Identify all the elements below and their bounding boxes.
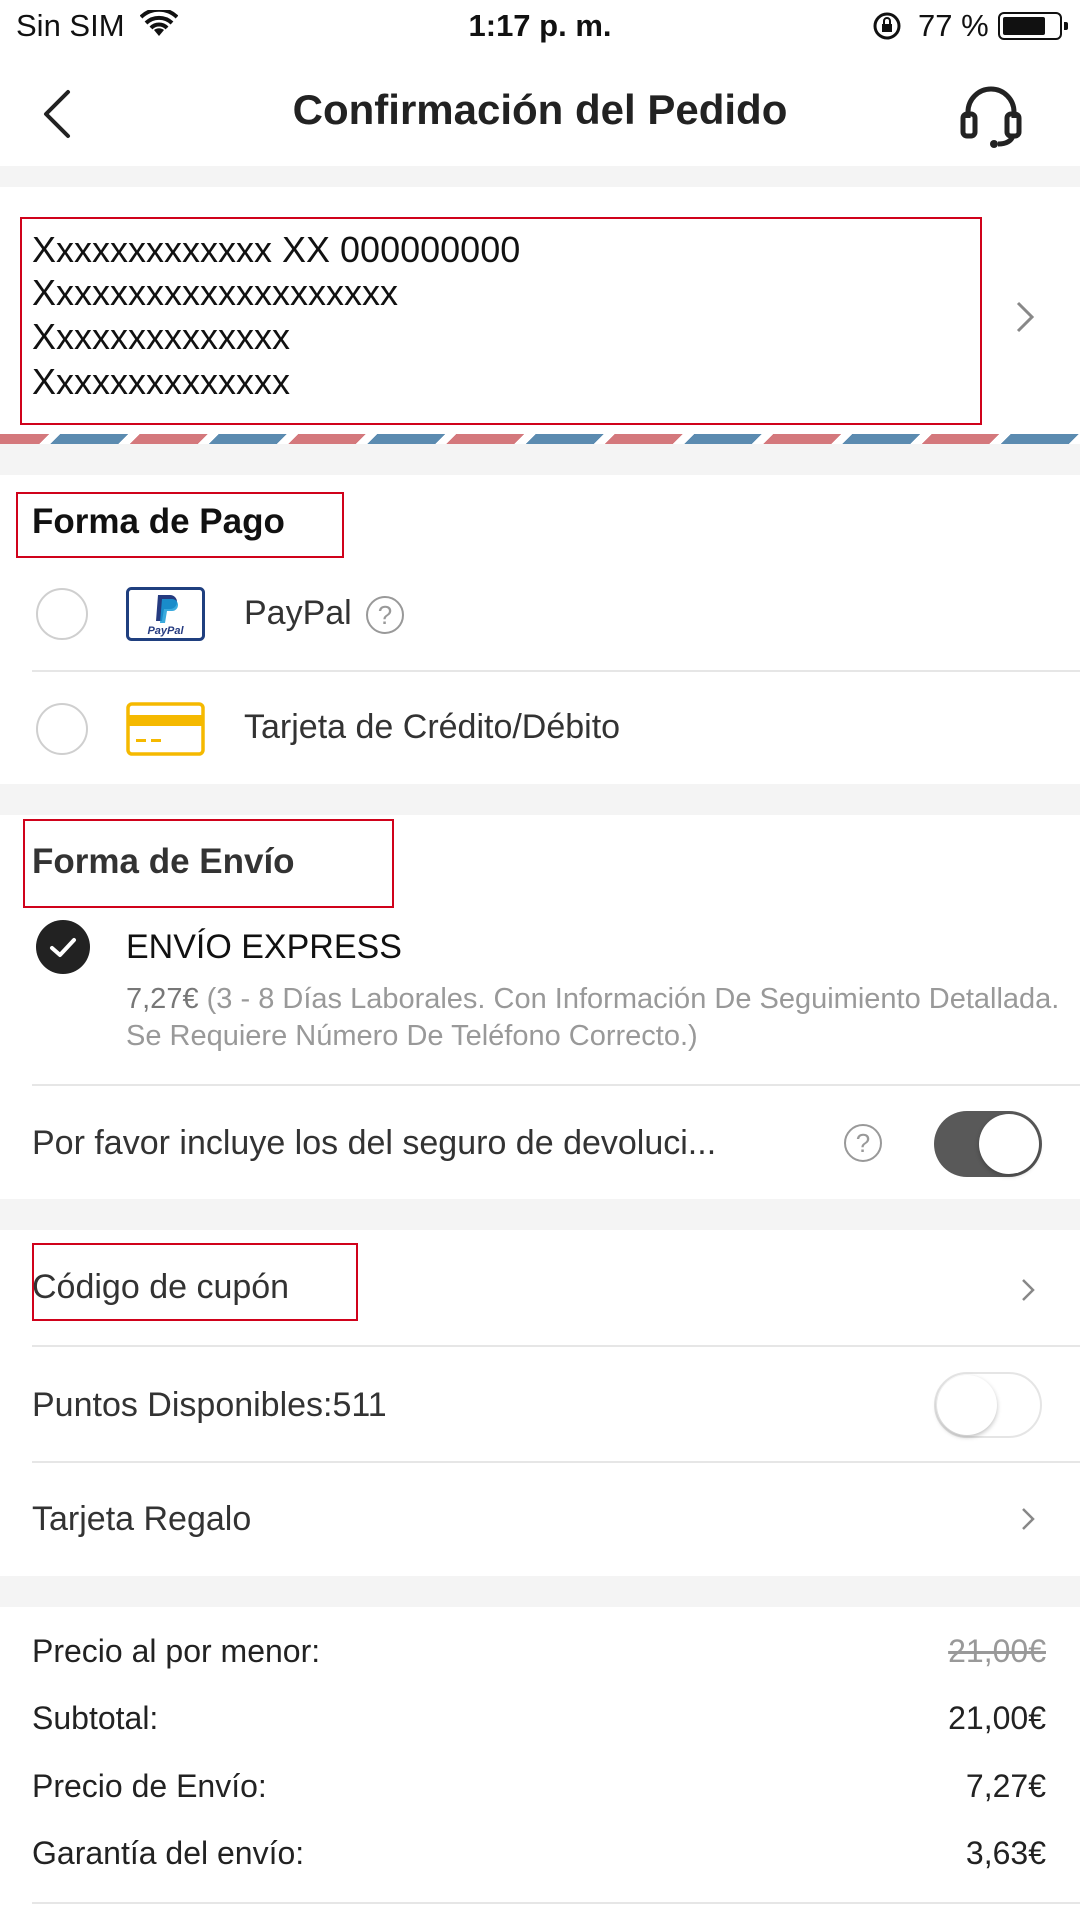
paypal-icon: PayPal <box>126 587 205 641</box>
headset-icon[interactable] <box>958 80 1024 150</box>
paypal-label: PayPal <box>244 594 352 632</box>
battery-icon <box>998 12 1068 40</box>
payment-title: Forma de Pago <box>32 502 285 541</box>
address-line: Xxxxxxxxxxxxxx <box>32 361 291 402</box>
shipping-price-value: 7,27€ <box>965 1768 1046 1804</box>
address-line: Xxxxxxxxxxxxxx <box>32 316 291 357</box>
chevron-right-icon <box>1016 301 1035 333</box>
shipping-method-name: ENVÍO EXPRESS <box>126 928 402 966</box>
shipping-title: Forma de Envío <box>32 842 295 881</box>
shipping-method-description: 7,27€ (3 - 8 Días Laborales. Con Informa… <box>126 981 1066 1055</box>
svg-text:PayPal: PayPal <box>147 625 184 637</box>
rotation-lock-icon <box>873 12 901 40</box>
section-gap <box>0 166 1080 187</box>
divider <box>32 1902 1080 1904</box>
subtotal-value: 21,00€ <box>948 1700 1046 1736</box>
airmail-border <box>0 434 1080 444</box>
radio-unselected[interactable] <box>36 588 88 640</box>
section-gap <box>0 1576 1080 1607</box>
points-label: Puntos Disponibles:511 <box>32 1386 387 1424</box>
shipping-address-card[interactable]: Xxxxxxxxxxxxx XX 000000000 Xxxxxxxxxxxxx… <box>0 187 1080 435</box>
battery-percent: 77 % <box>918 8 989 43</box>
insurance-label: Por favor incluye los del seguro de devo… <box>32 1124 717 1162</box>
retail-price-label: Precio al por menor: <box>32 1633 321 1669</box>
divider <box>32 1461 1080 1463</box>
divider <box>32 1345 1080 1347</box>
divider <box>32 670 1080 672</box>
points-value: 511 <box>332 1386 387 1424</box>
chevron-right-icon <box>1022 1508 1035 1530</box>
coupon-label: Código de cupón <box>32 1268 290 1306</box>
radio-unselected[interactable] <box>36 703 88 755</box>
shipping-price-label: Precio de Envío: <box>32 1768 267 1804</box>
address-line: Xxxxxxxxxxxxx XX 000000000 <box>32 229 521 270</box>
shipping-guarantee-label: Garantía del envío: <box>32 1835 305 1871</box>
status-bar: Sin SIM 1:17 p. m. 77 % <box>0 0 1080 56</box>
address-line: Xxxxxxxxxxxxxxxxxxxx <box>32 272 399 313</box>
gift-card-label: Tarjeta Regalo <box>32 1500 252 1538</box>
section-gap <box>0 1199 1080 1230</box>
points-toggle[interactable] <box>934 1372 1042 1438</box>
help-icon[interactable]: ? <box>366 596 404 634</box>
shipping-price: 7,27€ <box>126 983 199 1015</box>
page-title: Confirmación del Pedido <box>292 86 788 133</box>
section-gap <box>0 444 1080 475</box>
checkmark-icon[interactable] <box>36 920 90 974</box>
card-label: Tarjeta de Crédito/Débito <box>244 708 621 746</box>
retail-price-value: 21,00€ <box>948 1633 1046 1669</box>
chevron-right-icon <box>1022 1279 1035 1301</box>
shipping-details: (3 - 8 Días Laborales. Con Información D… <box>126 983 1060 1052</box>
header: Confirmación del Pedido <box>0 56 1080 166</box>
subtotal-label: Subtotal: <box>32 1700 159 1736</box>
section-gap <box>0 784 1080 815</box>
credit-card-icon <box>126 702 205 756</box>
address-highlight-box: Xxxxxxxxxxxxx XX 000000000 Xxxxxxxxxxxxx… <box>20 217 982 425</box>
shipping-guarantee-value: 3,63€ <box>965 1835 1046 1871</box>
divider <box>32 1084 1080 1086</box>
help-icon[interactable]: ? <box>844 1124 882 1162</box>
insurance-toggle[interactable] <box>934 1111 1042 1177</box>
